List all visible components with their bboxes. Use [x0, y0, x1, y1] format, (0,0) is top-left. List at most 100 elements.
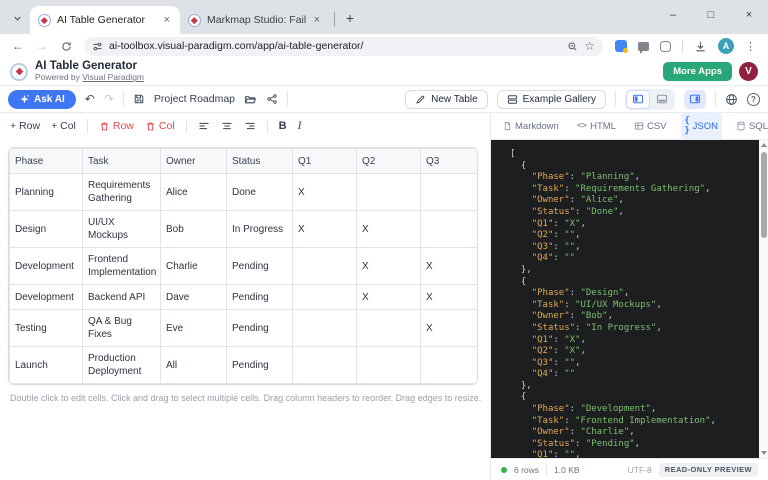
table-cell[interactable]: Pending	[227, 310, 293, 347]
table-cell[interactable]: X	[421, 310, 479, 347]
table-cell[interactable]: Charlie	[161, 248, 227, 285]
align-center-button[interactable]	[221, 120, 233, 132]
new-tab-button[interactable]: +	[339, 7, 361, 29]
table-cell[interactable]: Alice	[161, 174, 227, 211]
table-cell[interactable]: In Progress	[227, 211, 293, 248]
scrollbar-thumb[interactable]	[761, 152, 767, 238]
document-name[interactable]: Project Roadmap	[154, 93, 235, 105]
extensions-icon[interactable]	[660, 41, 671, 52]
tab-markdown[interactable]: Markdown	[499, 118, 563, 135]
column-header[interactable]: Owner	[161, 149, 227, 174]
zoom-icon[interactable]	[567, 41, 578, 52]
table-cell[interactable]: Pending	[227, 347, 293, 384]
table-cell[interactable]: Testing	[10, 310, 83, 347]
table-cell[interactable]: Done	[227, 174, 293, 211]
table-cell[interactable]: Frontend Implementation	[83, 248, 161, 285]
tab-search-button[interactable]	[6, 7, 28, 29]
add-row-button[interactable]: + Row	[10, 120, 40, 132]
downloads-icon[interactable]	[694, 40, 707, 53]
bold-button[interactable]: B	[279, 120, 287, 132]
address-bar[interactable]: ai-toolbox.visual-paradigm.com/app/ai-ta…	[84, 37, 603, 56]
visual-paradigm-link[interactable]: Visual Paradigm	[82, 72, 144, 82]
tab-close-icon[interactable]: ×	[312, 14, 322, 26]
table-cell[interactable]: Development	[10, 285, 83, 310]
browser-tab-markmap-studio[interactable]: Markmap Studio: Failed to ope ×	[180, 6, 330, 34]
column-header[interactable]: Phase	[10, 149, 83, 174]
italic-button[interactable]: I	[298, 120, 302, 132]
user-avatar[interactable]: V	[739, 62, 758, 81]
table-cell[interactable]: X	[421, 285, 479, 310]
table-cell[interactable]: QA & Bug Fixes	[83, 310, 161, 347]
table-cell[interactable]: Backend API	[83, 285, 161, 310]
comment-extension-icon[interactable]	[638, 42, 649, 51]
site-settings-icon[interactable]	[92, 41, 103, 52]
browser-tab-ai-table-generator[interactable]: AI Table Generator ×	[30, 6, 180, 34]
language-button[interactable]	[725, 93, 738, 106]
table-cell[interactable]	[357, 347, 421, 384]
translate-extension-icon[interactable]	[615, 40, 627, 52]
add-col-button[interactable]: + Col	[51, 120, 76, 132]
delete-row-button[interactable]: Row	[99, 120, 134, 132]
browser-profile-avatar[interactable]: A	[718, 38, 734, 54]
table-cell[interactable]: X	[421, 248, 479, 285]
side-panel-toggle[interactable]	[684, 90, 706, 109]
column-header[interactable]: Q2	[357, 149, 421, 174]
table-cell[interactable]: Launch	[10, 347, 83, 384]
column-header[interactable]: Q1	[293, 149, 357, 174]
forward-button[interactable]: →	[32, 39, 52, 53]
table-cell[interactable]: All	[161, 347, 227, 384]
table-cell[interactable]: Planning	[10, 174, 83, 211]
tab-close-icon[interactable]: ×	[162, 14, 172, 26]
table-cell[interactable]: X	[357, 248, 421, 285]
table-cell[interactable]: Design	[10, 211, 83, 248]
table-cell[interactable]	[293, 285, 357, 310]
ask-ai-button[interactable]: Ask AI	[8, 90, 76, 109]
scroll-up-icon[interactable]	[759, 140, 768, 150]
back-button[interactable]: ←	[8, 39, 28, 53]
table-cell[interactable]	[421, 347, 479, 384]
scroll-down-icon[interactable]	[759, 448, 768, 458]
window-close-button[interactable]: ×	[730, 0, 768, 30]
table-cell[interactable]: Pending	[227, 285, 293, 310]
open-button[interactable]	[244, 93, 257, 106]
redo-button[interactable]: ↷	[104, 92, 114, 106]
table-cell[interactable]	[357, 174, 421, 211]
table-cell[interactable]: Production Deployment	[83, 347, 161, 384]
help-button[interactable]: ?	[747, 93, 760, 106]
more-apps-button[interactable]: More Apps	[663, 62, 732, 81]
table-cell[interactable]: UI/UX Mockups	[83, 211, 161, 248]
table-cell[interactable]: Requirements Gathering	[83, 174, 161, 211]
url-text[interactable]: ai-toolbox.visual-paradigm.com/app/ai-ta…	[109, 40, 561, 52]
tab-html[interactable]: <> HTML	[573, 118, 620, 135]
table-cell[interactable]: Eve	[161, 310, 227, 347]
scrollbar[interactable]	[759, 140, 768, 458]
table-cell[interactable]: Pending	[227, 248, 293, 285]
tab-csv[interactable]: CSV	[630, 118, 671, 135]
table-cell[interactable]	[293, 248, 357, 285]
window-minimize-button[interactable]: –	[654, 0, 692, 30]
table-cell[interactable]	[421, 211, 479, 248]
align-right-button[interactable]	[244, 120, 256, 132]
table-cell[interactable]: X	[357, 285, 421, 310]
table-cell[interactable]: Dave	[161, 285, 227, 310]
table-cell[interactable]: Bob	[161, 211, 227, 248]
table-cell[interactable]: X	[293, 174, 357, 211]
table-cell[interactable]	[421, 174, 479, 211]
share-button[interactable]	[266, 93, 278, 105]
align-left-button[interactable]	[198, 120, 210, 132]
window-maximize-button[interactable]: □	[692, 0, 730, 30]
table-cell[interactable]: Development	[10, 248, 83, 285]
column-header[interactable]: Status	[227, 149, 293, 174]
horizontal-split-toggle[interactable]	[651, 91, 673, 108]
table-cell[interactable]: X	[293, 211, 357, 248]
bookmark-star-icon[interactable]: ☆	[584, 39, 595, 53]
undo-button[interactable]: ↶	[85, 92, 95, 106]
new-table-button[interactable]: New Table	[405, 90, 488, 109]
example-gallery-button[interactable]: Example Gallery	[497, 90, 606, 109]
split-view-toggle[interactable]	[627, 91, 649, 108]
table-cell[interactable]: X	[357, 211, 421, 248]
table-cell[interactable]	[293, 347, 357, 384]
save-button[interactable]	[133, 93, 145, 105]
reload-button[interactable]	[56, 41, 76, 52]
table-cell[interactable]	[357, 310, 421, 347]
